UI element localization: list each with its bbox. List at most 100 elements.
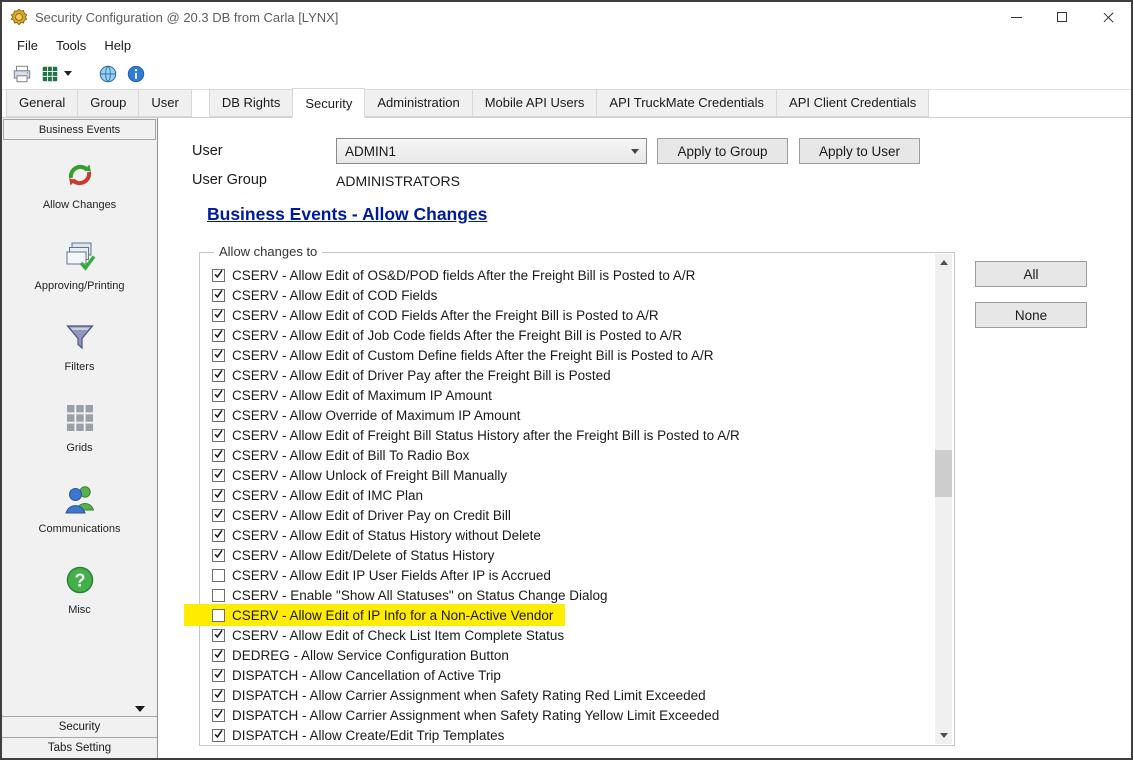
sidebar-item-misc[interactable]: ?Misc [2,562,157,616]
all-button[interactable]: All [975,261,1087,287]
list-item[interactable]: CSERV - Allow Edit of IMC Plan [212,485,930,505]
list-item[interactable]: DISPATCH - Allow Cancellation of Active … [212,665,930,685]
checkbox-checked-icon[interactable] [212,469,225,482]
list-item-label: CSERV - Enable "Show All Statuses" on St… [232,588,608,603]
checkbox-unchecked-icon[interactable] [212,609,225,622]
tab-security[interactable]: Security [292,88,365,118]
apply-to-group-button[interactable]: Apply to Group [657,138,788,164]
sidebar-items: Allow Changes Approving/Printing Filters Gr… [2,141,157,701]
checkbox-checked-icon[interactable] [212,709,225,722]
sidebar-item-approving-printing[interactable]: Approving/Printing [2,238,157,292]
checkbox-checked-icon[interactable] [212,429,225,442]
menu-help[interactable]: Help [95,34,140,57]
checkbox-checked-icon[interactable] [212,449,225,462]
export-dropdown-caret-icon[interactable] [64,71,72,76]
tab-api-client-credentials[interactable]: API Client Credentials [776,89,929,117]
tab-general[interactable]: General [6,89,78,117]
checkbox-checked-icon[interactable] [212,289,225,302]
sidebar-footer-security[interactable]: Security [2,716,157,737]
list-item[interactable]: DISPATCH - Allow Create/Edit Trip Templa… [212,725,930,745]
close-button[interactable] [1085,2,1131,32]
checkbox-checked-icon[interactable] [212,729,225,742]
list-item[interactable]: CSERV - Allow Edit of Check List Item Co… [212,625,930,645]
scroll-down-button[interactable] [935,727,952,744]
list-item[interactable]: CSERV - Allow Edit of Driver Pay after t… [212,365,930,385]
list-item[interactable]: CSERV - Allow Edit of Maximum IP Amount [212,385,930,405]
checkbox-checked-icon[interactable] [212,649,225,662]
checkbox-checked-icon[interactable] [212,529,225,542]
user-combobox[interactable]: ADMIN1 [336,138,647,164]
tab-db-rights[interactable]: DB Rights [209,89,294,117]
checkbox-checked-icon[interactable] [212,389,225,402]
tab-administration[interactable]: Administration [364,89,472,117]
none-button[interactable]: None [975,302,1087,328]
menu-file[interactable]: File [8,34,47,57]
close-icon [1102,11,1115,24]
sidebar-item-grids[interactable]: Grids [2,400,157,454]
list-scrollbar[interactable] [935,254,952,744]
checkbox-checked-icon[interactable] [212,349,225,362]
list-item[interactable]: CSERV - Allow Edit of OS&D/POD fields Af… [212,265,930,285]
list-item[interactable]: CSERV - Allow Edit of Freight Bill Statu… [212,425,930,445]
sidebar-item-communications[interactable]: Communications [2,481,157,535]
combobox-dropdown-icon[interactable] [624,139,646,163]
print-button[interactable] [10,62,34,86]
list-item[interactable]: CSERV - Allow Edit of COD Fields [212,285,930,305]
apply-to-user-button[interactable]: Apply to User [799,138,920,164]
maximize-button[interactable] [1039,2,1085,32]
checkbox-checked-icon[interactable] [212,369,225,382]
list-item[interactable]: DISPATCH - Allow Carrier Assignment when… [212,685,930,705]
minimize-button[interactable] [993,2,1039,32]
sidebar-scroll-down-button[interactable] [2,701,157,716]
sidebar: Business Events Allow ChangesApproving/P… [2,118,158,758]
checkbox-checked-icon[interactable] [212,309,225,322]
list-item[interactable]: DISPATCH - Allow Carrier Assignment when… [212,705,930,725]
list-item[interactable]: CSERV - Allow Edit/Delete of Status Hist… [212,545,930,565]
sidebar-footer-tabs-setting[interactable]: Tabs Setting [2,737,157,758]
checkbox-checked-icon[interactable] [212,509,225,522]
list-item[interactable]: CSERV - Enable "Show All Statuses" on St… [212,585,930,605]
tab-api-truckmate-credentials[interactable]: API TruckMate Credentials [596,89,777,117]
checkbox-checked-icon[interactable] [212,329,225,342]
checkbox-checked-icon[interactable] [212,549,225,562]
sidebar-item-filters[interactable]: Filters [2,319,157,373]
scrollbar-thumb[interactable] [935,450,952,497]
tab-group[interactable]: Group [77,89,139,117]
about-button[interactable] [124,62,148,86]
menu-tools[interactable]: Tools [47,34,95,57]
sidebar-item-allow-changes[interactable]: Allow Changes [2,157,157,211]
list-item[interactable]: CSERV - Allow Override of Maximum IP Amo… [212,405,930,425]
list-item[interactable]: DEDREG - Allow Service Configuration But… [212,645,930,665]
list-item[interactable]: CSERV - Allow Edit of IP Info for a Non-… [212,605,553,625]
checkbox-checked-icon[interactable] [212,269,225,282]
web-help-button[interactable] [96,62,120,86]
checkbox-checked-icon[interactable] [212,409,225,422]
sidebar-item-label: Grids [66,442,92,454]
tab-user[interactable]: User [138,89,191,117]
checkbox-unchecked-icon[interactable] [212,569,225,582]
list-item[interactable]: CSERV - Allow Edit IP User Fields After … [212,565,930,585]
list-item[interactable]: CSERV - Allow Edit of Status History wit… [212,525,930,545]
checkbox-checked-icon[interactable] [212,489,225,502]
list-item[interactable]: CSERV - Allow Edit of Driver Pay on Cred… [212,505,930,525]
scroll-up-button[interactable] [935,254,952,271]
checkbox-checked-icon[interactable] [212,669,225,682]
list-item[interactable]: CSERV - Allow Edit of Custom Define fiel… [212,345,930,365]
checkbox-checked-icon[interactable] [212,689,225,702]
export-button[interactable] [38,62,74,86]
app-badge-icon [10,8,28,26]
list-item-label: CSERV - Allow Override of Maximum IP Amo… [232,408,520,423]
checkbox-checked-icon[interactable] [212,629,225,642]
list-item-label: CSERV - Allow Edit of Freight Bill Statu… [232,428,740,443]
list-item[interactable]: CSERV - Allow Unlock of Freight Bill Man… [212,465,930,485]
checkbox-unchecked-icon[interactable] [212,589,225,602]
list-item-label: CSERV - Allow Edit of Driver Pay after t… [232,368,611,383]
list-item[interactable]: CSERV - Allow Edit of Bill To Radio Box [212,445,930,465]
tab-mobile-api-users[interactable]: Mobile API Users [472,89,598,117]
title-bar: Security Configuration @ 20.3 DB from Ca… [2,2,1131,32]
list-item[interactable]: CSERV - Allow Edit of Job Code fields Af… [212,325,930,345]
list-item-label: DISPATCH - Allow Cancellation of Active … [232,668,501,683]
tab-strip: GeneralGroupUser DB RightsSecurityAdminis… [2,90,1131,118]
list-item[interactable]: CSERV - Allow Edit of COD Fields After t… [212,305,930,325]
sidebar-item-label: Filters [65,361,95,373]
